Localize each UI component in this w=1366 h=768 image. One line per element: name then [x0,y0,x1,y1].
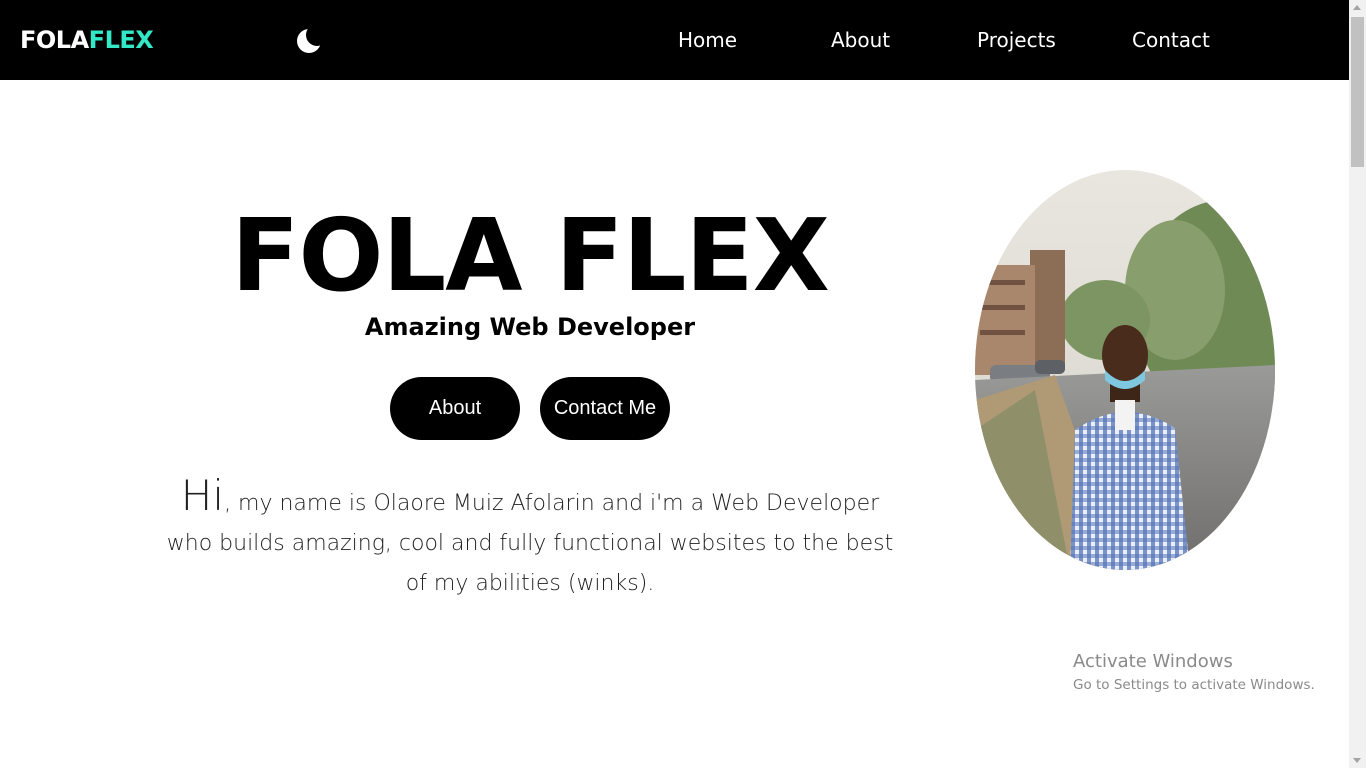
nav-link-contact[interactable]: Contact [1132,26,1210,54]
contact-me-button[interactable]: Contact Me [540,377,670,440]
vertical-scrollbar[interactable] [1349,0,1366,768]
navbar: FOLAFLEX Home About Projects Contact [0,0,1349,80]
activate-windows-subtitle: Go to Settings to activate Windows. [1073,677,1315,693]
activate-windows-title: Activate Windows [1073,651,1233,672]
about-button[interactable]: About [390,377,520,440]
nav-link-about[interactable]: About [831,26,890,54]
profile-photo [975,170,1275,570]
intro-paragraph: Hi, my name is Olaore Muiz Afolarin and … [160,475,900,604]
scroll-down-icon[interactable] [1353,758,1361,763]
moon-icon[interactable] [294,24,328,56]
hero-subtitle: Amazing Web Developer [364,313,696,341]
logo-primary: FOLA [20,26,89,54]
scroll-up-icon[interactable] [1353,5,1361,10]
intro-greeting: Hi [180,471,225,520]
logo[interactable]: FOLAFLEX [20,24,154,56]
nav-link-home[interactable]: Home [678,26,737,54]
page: FOLAFLEX Home About Projects Contact FOL… [0,0,1366,768]
hero-title: FOLA FLEX [231,197,830,314]
logo-accent: FLEX [88,26,154,54]
intro-text: , my name is Olaore Muiz Afolarin and i'… [166,491,894,596]
scroll-thumb[interactable] [1351,17,1364,167]
nav-link-projects[interactable]: Projects [977,26,1056,54]
